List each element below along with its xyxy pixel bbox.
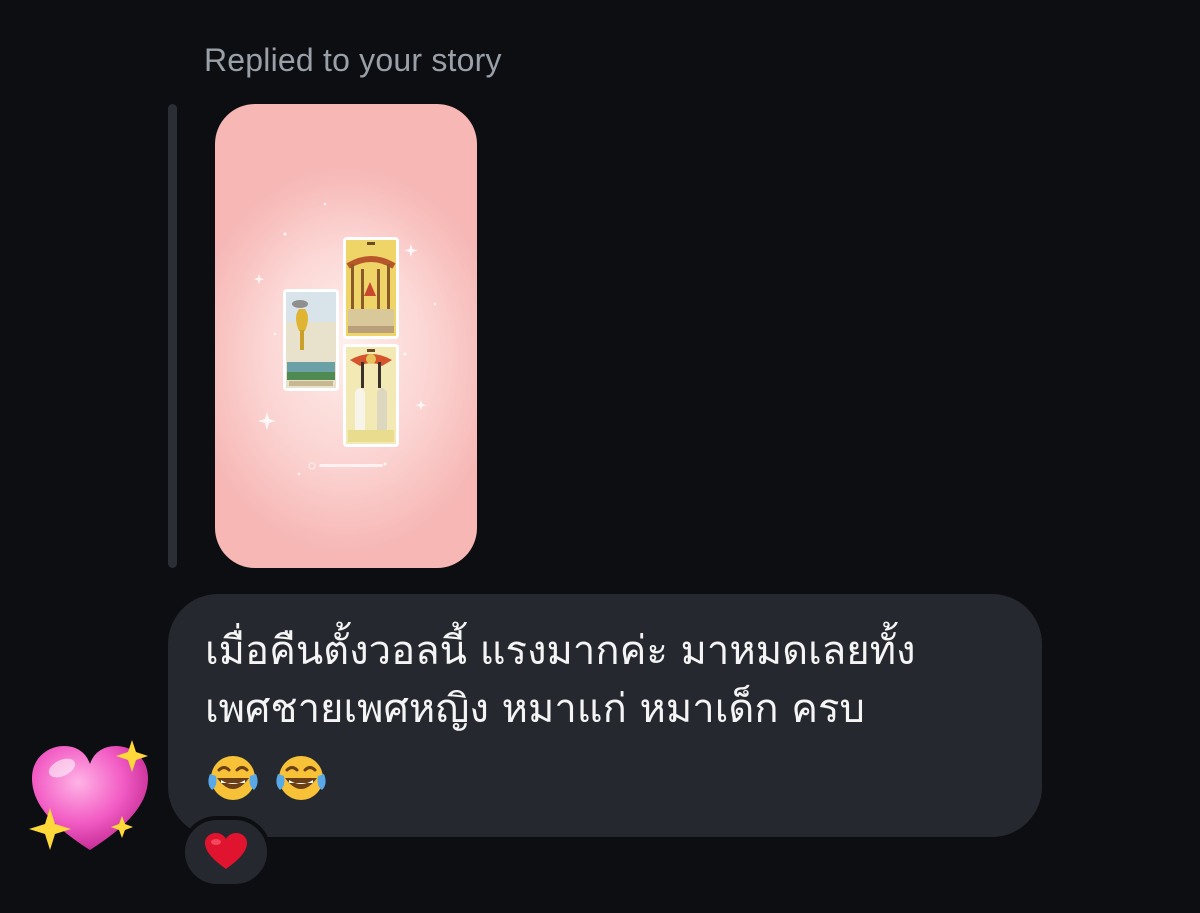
- face-with-tears-of-joy-icon: [208, 756, 258, 800]
- message-text: เมื่อคืนตั้งวอลนี้ แรงมากค่ะ มาหมดเลยทั้…: [205, 628, 916, 732]
- sender-avatar[interactable]: [28, 738, 156, 858]
- replied-to-story-label: Replied to your story: [204, 42, 502, 78]
- reaction-chip[interactable]: [181, 816, 271, 888]
- message-emoji-row: [206, 754, 328, 806]
- face-with-tears-of-joy-icon: [276, 756, 326, 800]
- tarot-card-lovers: [343, 344, 399, 447]
- reply-quote-bar: [168, 104, 177, 568]
- tarot-card-wands: [343, 237, 399, 339]
- tarot-card-cups: [283, 289, 339, 391]
- sparkling-heart-icon: [29, 740, 148, 850]
- red-heart-icon: [205, 833, 247, 869]
- story-artwork: [236, 184, 456, 484]
- story-thumbnail[interactable]: [215, 104, 477, 568]
